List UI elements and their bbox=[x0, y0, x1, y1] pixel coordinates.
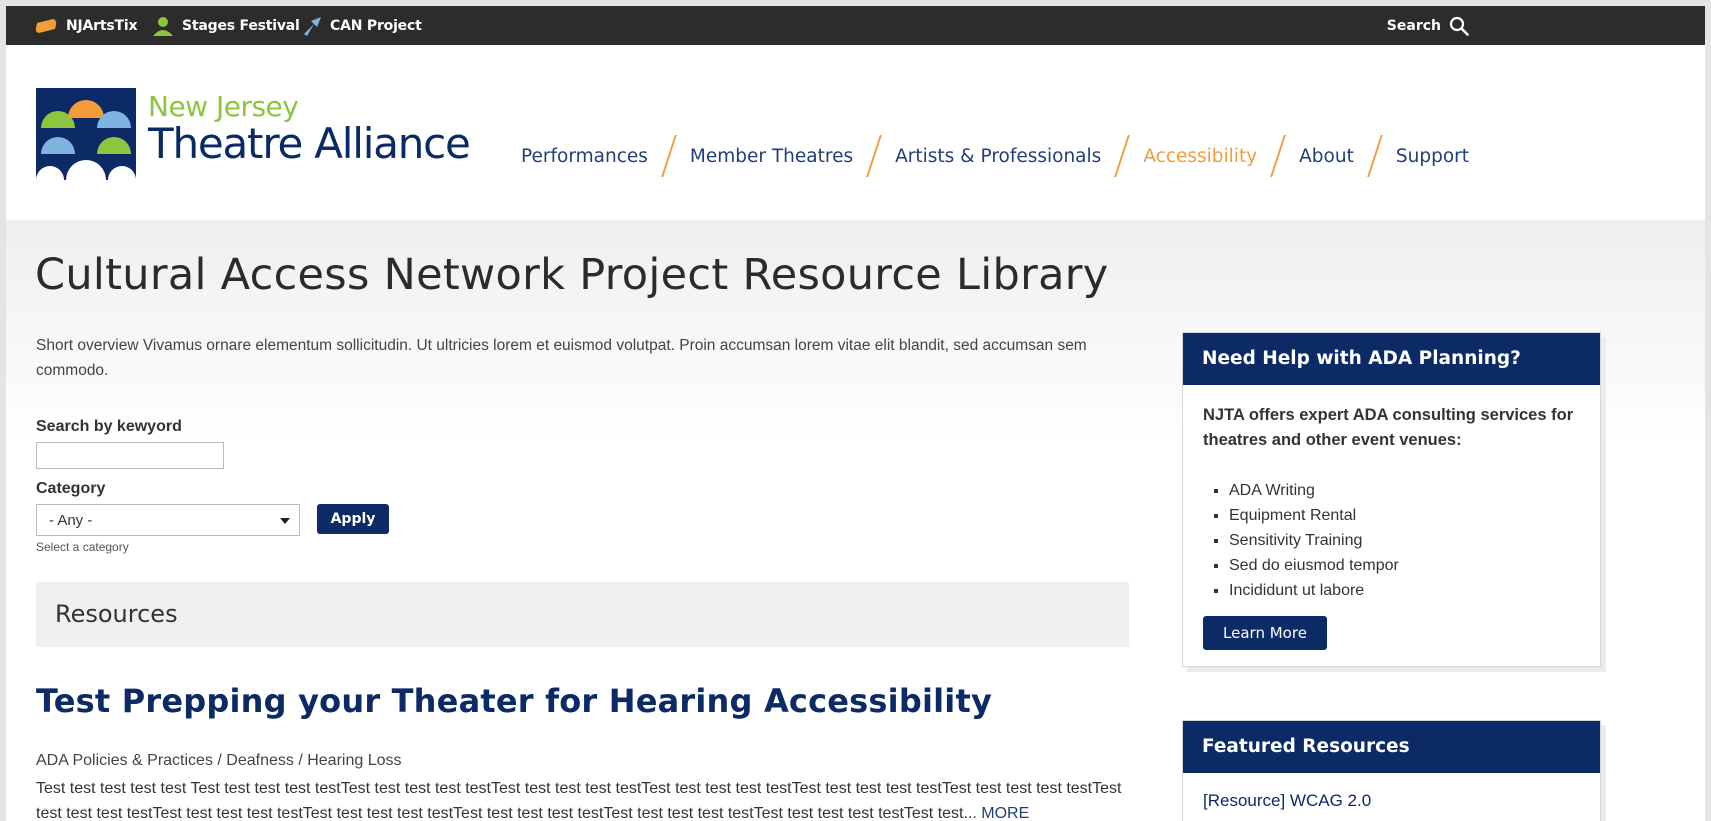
list-item: ADA Writing bbox=[1229, 478, 1580, 503]
nav-about[interactable]: About bbox=[1292, 146, 1361, 167]
ada-help-box: Need Help with ADA Planning? NJTA offers… bbox=[1182, 332, 1601, 667]
can-project-label: CAN Project bbox=[330, 17, 422, 34]
featured-resources-box: Featured Resources [Resource] WCAG 2.0 bbox=[1182, 720, 1601, 821]
logo-mark-icon bbox=[36, 88, 136, 180]
ada-services-list: ADA Writing Equipment Rental Sensitivity… bbox=[1203, 478, 1580, 603]
logo-wordmark: New Jersey Theatre Alliance bbox=[148, 90, 471, 168]
nav-member-theatres[interactable]: Member Theatres bbox=[683, 146, 860, 167]
keyword-label: Search by kewyord bbox=[36, 418, 182, 435]
search-link[interactable]: Search bbox=[1387, 6, 1469, 45]
njartstix-link[interactable]: NJArtsTix bbox=[34, 6, 137, 45]
nav-separator bbox=[1114, 135, 1131, 177]
page-overview: Short overview Vivamus ornare elementum … bbox=[36, 337, 1087, 379]
browser-viewport: NJArtsTix Stages Festival CAN Project Se… bbox=[6, 6, 1705, 821]
site-header: New Jersey Theatre Alliance Performances… bbox=[6, 45, 1705, 220]
category-hint: Select a category bbox=[36, 540, 129, 554]
resource-excerpt: Test test test test test Test test test … bbox=[36, 776, 1136, 821]
main-content: Cultural Access Network Project Resource… bbox=[6, 220, 1705, 821]
arrow-icon bbox=[304, 16, 321, 36]
nav-artists-professionals[interactable]: Artists & Professionals bbox=[888, 146, 1108, 167]
utility-bar: NJArtsTix Stages Festival CAN Project Se… bbox=[6, 6, 1705, 45]
njartstix-label: NJArtsTix bbox=[66, 17, 138, 34]
resource-categories: ADA Policies & Practices / Deafness / He… bbox=[36, 752, 402, 769]
list-item: Sed do eiusmod tempor bbox=[1229, 553, 1580, 578]
search-label: Search bbox=[1386, 17, 1441, 34]
list-item: Equipment Rental bbox=[1229, 503, 1580, 528]
nav-separator bbox=[661, 135, 677, 177]
apply-button[interactable]: Apply bbox=[317, 504, 389, 534]
ada-help-heading: Need Help with ADA Planning? bbox=[1183, 333, 1600, 385]
featured-resources-heading: Featured Resources bbox=[1183, 721, 1600, 773]
resource-more-link[interactable]: MORE bbox=[981, 805, 1029, 821]
can-project-link[interactable]: CAN Project bbox=[302, 6, 422, 45]
nav-support[interactable]: Support bbox=[1389, 146, 1476, 167]
category-label: Category bbox=[36, 480, 106, 497]
nav-separator bbox=[1270, 135, 1286, 177]
nav-separator bbox=[866, 135, 882, 177]
keyword-search-input[interactable] bbox=[36, 442, 224, 469]
learn-more-button[interactable]: Learn More bbox=[1203, 616, 1327, 650]
stages-festival-label: Stages Festival bbox=[182, 17, 300, 34]
resources-heading-bar: Resources bbox=[36, 582, 1129, 647]
person-icon bbox=[153, 16, 173, 36]
category-selected-value: - Any - bbox=[49, 512, 93, 529]
stages-festival-link[interactable]: Stages Festival bbox=[152, 6, 300, 45]
page-title: Cultural Access Network Project Resource… bbox=[35, 250, 1109, 300]
nav-separator bbox=[1367, 135, 1383, 177]
site-logo[interactable]: New Jersey Theatre Alliance bbox=[36, 88, 471, 180]
ada-help-body: NJTA offers expert ADA consulting servic… bbox=[1183, 385, 1600, 666]
chevron-down-icon bbox=[280, 518, 290, 524]
ticket-icon bbox=[35, 18, 57, 33]
resources-heading: Resources bbox=[55, 600, 178, 628]
list-item: Incididunt ut labore bbox=[1229, 578, 1580, 603]
main-nav: Performances Member Theatres Artists & P… bbox=[514, 135, 1476, 177]
resource-title-link[interactable]: Test Prepping your Theater for Hearing A… bbox=[36, 682, 992, 720]
resource-excerpt-text: Test test test test test Test test test … bbox=[36, 780, 1122, 821]
search-icon bbox=[1449, 16, 1469, 36]
featured-resources-body: [Resource] WCAG 2.0 bbox=[1183, 773, 1600, 821]
category-select[interactable]: - Any - bbox=[36, 504, 300, 536]
nav-performances[interactable]: Performances bbox=[514, 146, 655, 167]
ada-help-intro: NJTA offers expert ADA consulting servic… bbox=[1203, 406, 1574, 449]
list-item: Sensitivity Training bbox=[1229, 528, 1580, 553]
logo-line-new-jersey: New Jersey bbox=[148, 90, 299, 123]
logo-line-theatre-alliance: Theatre Alliance bbox=[148, 119, 471, 168]
featured-resource-link[interactable]: [Resource] WCAG 2.0 bbox=[1203, 791, 1371, 810]
nav-accessibility[interactable]: Accessibility bbox=[1136, 146, 1264, 167]
